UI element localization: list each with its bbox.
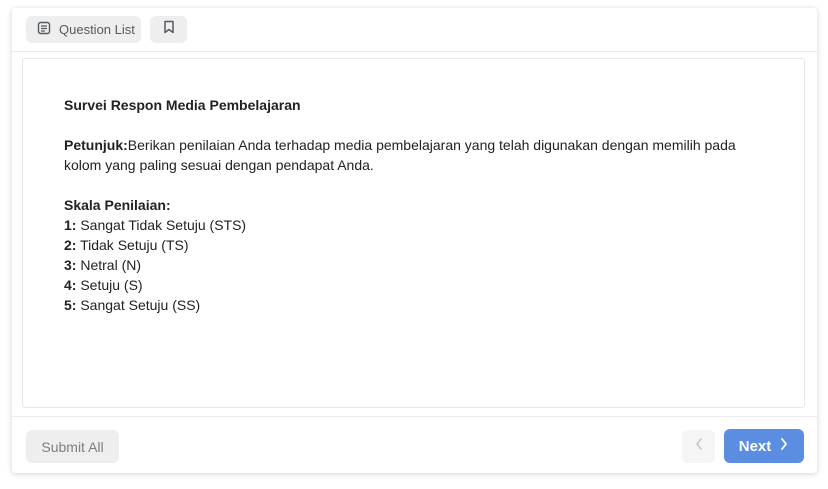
document-list-icon [37, 21, 51, 38]
scale-label: Netral (N) [80, 257, 142, 273]
scale-label: Tidak Setuju (TS) [80, 237, 189, 253]
scale-number: 1: [64, 217, 77, 233]
chevron-left-icon [694, 437, 704, 456]
scale-heading: Skala Penilaian: [64, 197, 171, 213]
survey-text: Survei Respon Media Pembelajaran Petunju… [64, 95, 764, 315]
scale-number: 4: [64, 277, 77, 293]
chevron-right-icon [779, 437, 789, 455]
scale-label: Sangat Tidak Setuju (STS) [80, 217, 247, 233]
bookmark-icon [163, 20, 175, 39]
scale-label: Setuju (S) [80, 277, 143, 293]
top-toolbar: Question List [12, 8, 817, 52]
next-button[interactable]: Next [724, 429, 804, 463]
scale-number: 5: [64, 297, 77, 313]
scale-item: 2: Tidak Setuju (TS) [64, 235, 764, 255]
next-label: Next [738, 437, 772, 455]
instruction-text: Berikan penilaian Anda terhadap media pe… [64, 137, 736, 173]
previous-button[interactable] [682, 430, 715, 463]
scale-number: 3: [64, 257, 77, 273]
instruction-paragraph: Petunjuk:Berikan penilaian Anda terhadap… [64, 135, 764, 175]
question-content-panel: Survei Respon Media Pembelajaran Petunju… [22, 58, 805, 408]
submit-all-button[interactable]: Submit All [26, 430, 119, 463]
scale-item: 3: Netral (N) [64, 255, 764, 275]
instruction-label: Petunjuk: [64, 137, 128, 153]
scale-number: 2: [64, 237, 77, 253]
bookmark-button[interactable] [150, 16, 187, 43]
question-list-label: Question List [59, 22, 135, 37]
question-list-button[interactable]: Question List [26, 16, 141, 43]
question-card: Question List Survei Respon Media Pembel… [12, 8, 817, 473]
scale-item: 4: Setuju (S) [64, 275, 764, 295]
scale-item: 1: Sangat Tidak Setuju (STS) [64, 215, 764, 235]
survey-title: Survei Respon Media Pembelajaran [64, 97, 301, 113]
scale-item: 5: Sangat Setuju (SS) [64, 295, 764, 315]
bottom-toolbar: Submit All Next [12, 416, 817, 473]
scale-label: Sangat Setuju (SS) [80, 297, 201, 313]
